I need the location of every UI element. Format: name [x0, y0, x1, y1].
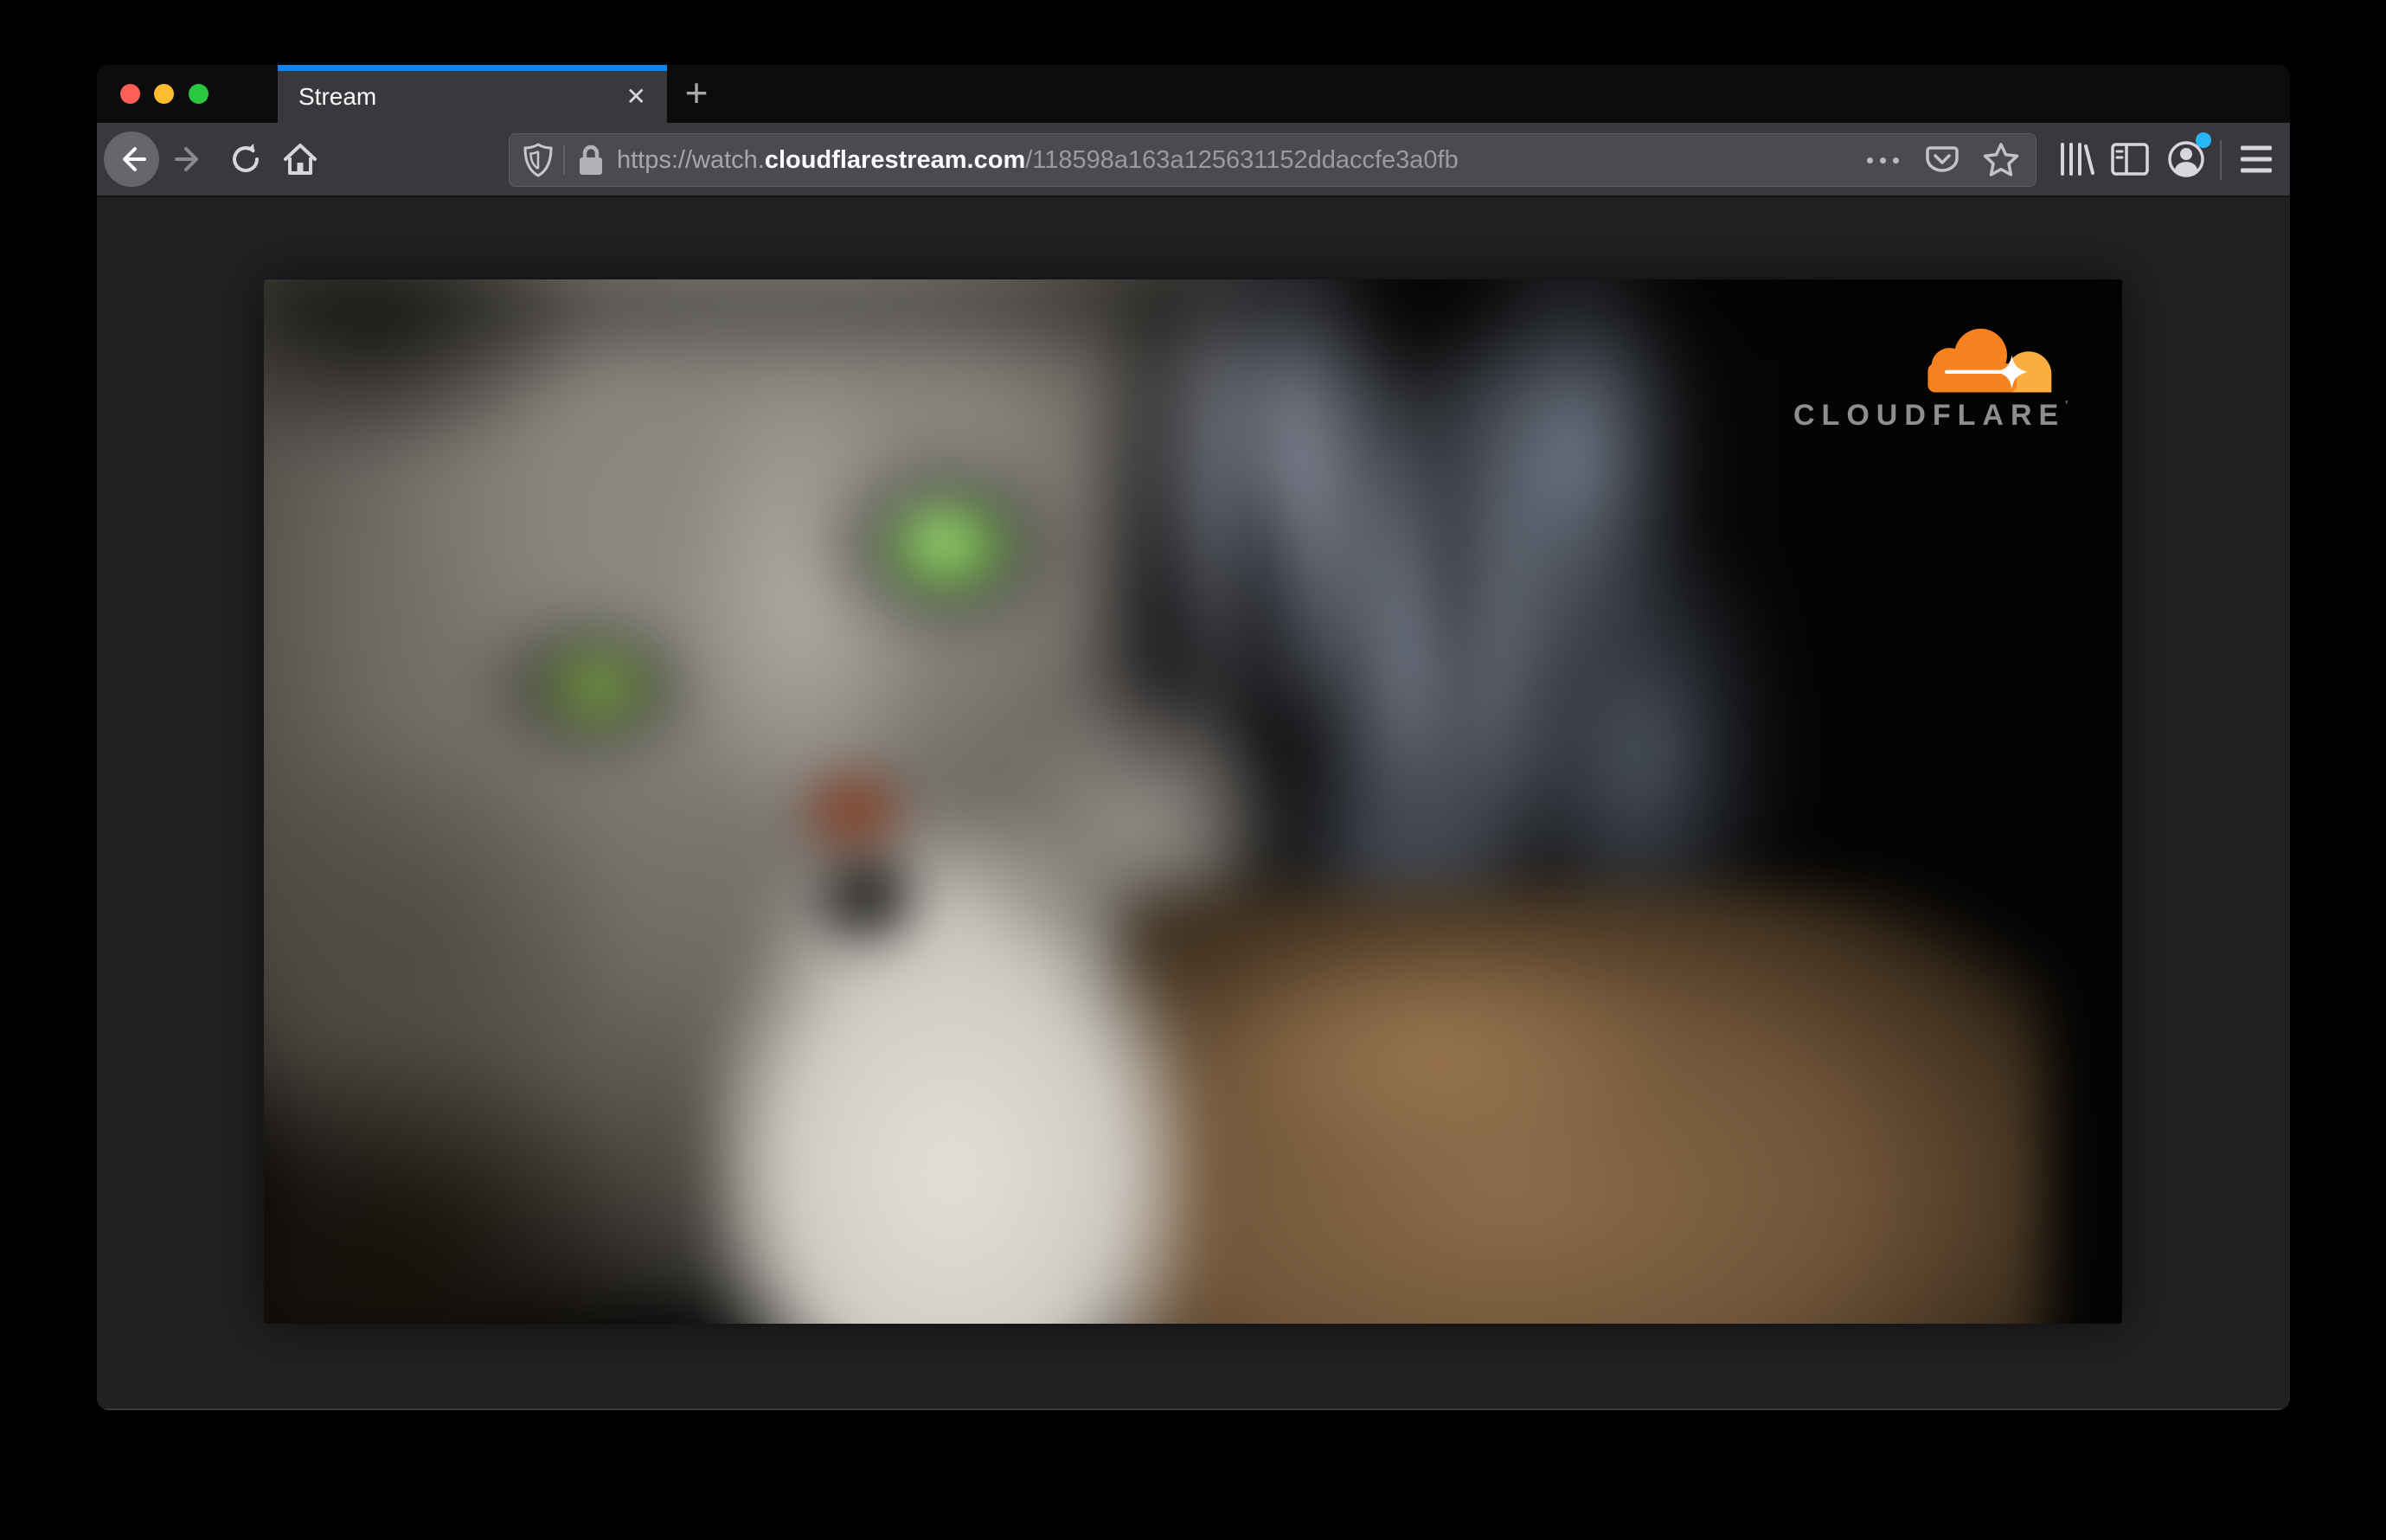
- home-icon: [284, 144, 317, 175]
- page-actions-dots-icon[interactable]: [1867, 157, 1899, 164]
- new-tab-button[interactable]: +: [673, 71, 720, 118]
- tracking-protection-shield-icon[interactable]: [523, 143, 553, 177]
- url-scheme: https://watch.: [617, 145, 765, 174]
- back-icon: [123, 147, 146, 171]
- sidebar-button[interactable]: [2110, 142, 2150, 176]
- cloudflare-logo: CLOUDFLARE': [1793, 323, 2068, 433]
- cloudflare-wordmark: CLOUDFLARE: [1793, 399, 2066, 432]
- reload-button[interactable]: [228, 142, 263, 176]
- url-text[interactable]: https://watch.cloudflarestream.com/11859…: [617, 146, 1867, 175]
- url-domain: cloudflarestream.com: [764, 145, 1026, 174]
- url-bar[interactable]: https://watch.cloudflarestream.com/11859…: [509, 133, 2036, 187]
- cloudflare-trademark-tick: ': [2065, 399, 2069, 414]
- navigation-toolbar: https://watch.cloudflarestream.com/11859…: [97, 123, 2290, 197]
- tab-title: Stream: [298, 83, 377, 110]
- window-zoom-button[interactable]: [189, 84, 208, 104]
- library-icon: [2061, 143, 2094, 176]
- cloudflare-cloud-icon: [1927, 328, 2052, 393]
- toolbar-divider: [2220, 140, 2222, 180]
- video-player[interactable]: CLOUDFLARE': [264, 279, 2122, 1324]
- bookmark-star-icon[interactable]: [1982, 142, 2020, 178]
- pocket-icon[interactable]: [1925, 143, 1959, 177]
- window-close-button[interactable]: [120, 84, 140, 104]
- forward-button[interactable]: [174, 144, 205, 175]
- tab-close-icon[interactable]: ✕: [621, 81, 651, 112]
- library-button[interactable]: [2057, 141, 2095, 177]
- back-button[interactable]: [104, 132, 159, 187]
- blurred-cat-video-frame: [264, 279, 2122, 1324]
- tab-strip: Stream ✕ +: [97, 65, 2290, 123]
- menu-hamburger-icon: [2241, 145, 2272, 151]
- home-button[interactable]: [282, 142, 318, 176]
- sidebar-icon: [2111, 143, 2149, 176]
- tab-stream[interactable]: Stream ✕: [278, 65, 667, 123]
- account-button[interactable]: [2166, 132, 2211, 179]
- browser-window: Stream ✕ + https://watch.cloudflarestrea…: [97, 65, 2290, 1410]
- url-path: /118598a163a125631152ddaccfe3a0fb: [1025, 145, 1459, 174]
- lock-icon[interactable]: [577, 144, 605, 176]
- reload-icon: [233, 144, 260, 173]
- page-content: CLOUDFLARE': [97, 197, 2290, 1408]
- urlbar-separator: [563, 145, 565, 175]
- menu-button[interactable]: [2241, 145, 2272, 173]
- window-minimize-button[interactable]: [154, 84, 174, 104]
- account-notification-dot: [2196, 132, 2211, 148]
- forward-icon: [175, 147, 198, 171]
